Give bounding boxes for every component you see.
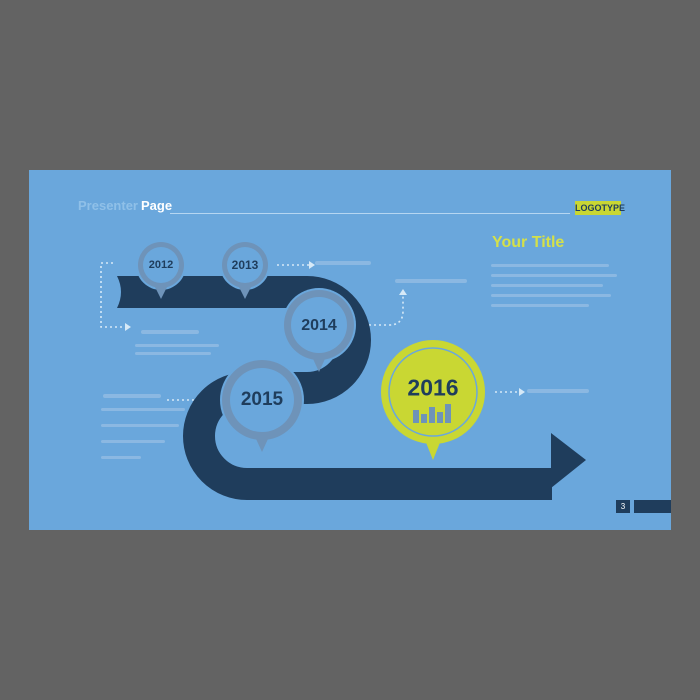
timeline-arrowhead: [551, 433, 586, 488]
arrowhead: [309, 261, 315, 269]
year-label-2015: 2015: [240, 389, 284, 410]
year-label-2016: 2016: [407, 374, 459, 401]
arrowhead: [399, 289, 407, 295]
timeline-diagram: [100, 240, 586, 500]
arrowhead: [519, 388, 525, 396]
year-label-2013: 2013: [231, 258, 259, 272]
page-number: 3: [616, 500, 630, 513]
footer-bar: [634, 500, 671, 513]
arrowhead: [125, 323, 131, 331]
year-label-2012: 2012: [148, 259, 174, 271]
year-label-2014: 2014: [301, 317, 337, 334]
slide: Presenter Page LOGOTYPE Your Title 2012 …: [29, 170, 671, 530]
